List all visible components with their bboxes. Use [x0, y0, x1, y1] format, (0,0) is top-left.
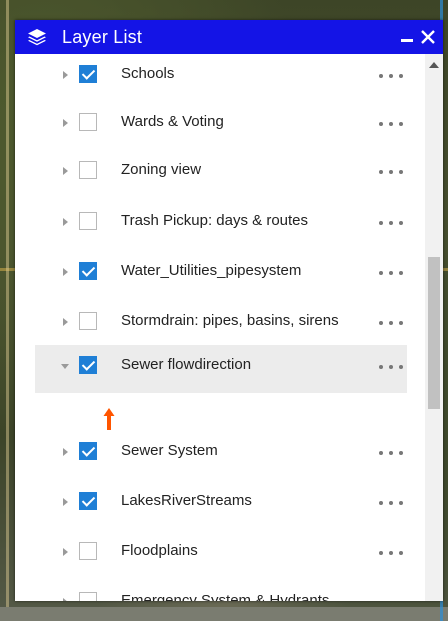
layer-label[interactable]: Stormdrain: pipes, basins, sirens: [121, 312, 339, 329]
layer-visibility-checkbox[interactable]: [79, 65, 97, 83]
layer-visibility-checkbox[interactable]: [79, 356, 97, 374]
more-options-icon[interactable]: [379, 268, 403, 278]
layer-visibility-checkbox[interactable]: [79, 492, 97, 510]
more-options-icon[interactable]: [379, 548, 403, 558]
layer-visibility-checkbox[interactable]: [79, 161, 97, 179]
layer-visibility-checkbox[interactable]: [79, 113, 97, 131]
layer-label[interactable]: Schools: [121, 65, 174, 82]
expand-caret-icon[interactable]: [63, 598, 68, 601]
layers-icon: [27, 27, 49, 47]
arrow-up-icon: [103, 408, 115, 430]
layer-list-panel: Layer List Schools Wards & Voting Zoning v…: [15, 20, 443, 601]
layer-label[interactable]: Zoning view: [121, 161, 201, 178]
layer-visibility-checkbox[interactable]: [79, 442, 97, 460]
more-options-icon[interactable]: [379, 598, 403, 601]
panel-title: Layer List: [62, 26, 143, 47]
expand-caret-icon[interactable]: [63, 119, 68, 127]
expand-caret-icon[interactable]: [63, 498, 68, 506]
layer-label[interactable]: Floodplains: [121, 542, 198, 559]
layer-label[interactable]: LakesRiverStreams: [121, 492, 252, 509]
expand-caret-icon[interactable]: [63, 318, 68, 326]
map-road: [0, 607, 448, 621]
map-road: [6, 0, 9, 621]
expand-caret-icon[interactable]: [63, 548, 68, 556]
more-options-icon[interactable]: [379, 498, 403, 508]
minimize-button[interactable]: [399, 20, 415, 54]
layer-label[interactable]: Emergency System & Hydrants: [121, 592, 329, 601]
close-icon: [421, 30, 435, 44]
more-options-icon[interactable]: [379, 448, 403, 458]
more-options-icon[interactable]: [379, 119, 403, 129]
layer-label[interactable]: Sewer flowdirection: [121, 356, 251, 373]
more-options-icon[interactable]: [379, 167, 403, 177]
layer-visibility-checkbox[interactable]: [79, 312, 97, 330]
scrollbar[interactable]: [425, 54, 443, 601]
layer-visibility-checkbox[interactable]: [79, 592, 97, 601]
close-button[interactable]: [417, 20, 439, 54]
layer-visibility-checkbox[interactable]: [79, 212, 97, 230]
expand-caret-icon[interactable]: [63, 448, 68, 456]
more-options-icon[interactable]: [379, 218, 403, 228]
layer-label[interactable]: Wards & Voting: [121, 113, 224, 130]
layer-label[interactable]: Trash Pickup: days & routes: [121, 212, 308, 229]
scroll-up-arrow[interactable]: [429, 62, 439, 68]
expand-caret-icon[interactable]: [63, 218, 68, 226]
expand-caret-icon[interactable]: [63, 71, 68, 79]
more-options-icon[interactable]: [379, 362, 403, 372]
layer-label[interactable]: Sewer System: [121, 442, 218, 459]
layer-list: Schools Wards & Voting Zoning view Trash Pi…: [15, 54, 425, 601]
collapse-caret-icon[interactable]: [61, 364, 69, 369]
scrollbar-thumb[interactable]: [428, 257, 440, 409]
layer-label[interactable]: Water_Utilities_pipesystem: [121, 262, 301, 279]
layer-visibility-checkbox[interactable]: [79, 262, 97, 280]
expand-caret-icon[interactable]: [63, 268, 68, 276]
more-options-icon[interactable]: [379, 318, 403, 328]
minimize-icon: [401, 38, 413, 42]
expand-caret-icon[interactable]: [63, 167, 68, 175]
more-options-icon[interactable]: [379, 71, 403, 81]
panel-title-bar[interactable]: Layer List: [15, 20, 443, 54]
layer-visibility-checkbox[interactable]: [79, 542, 97, 560]
